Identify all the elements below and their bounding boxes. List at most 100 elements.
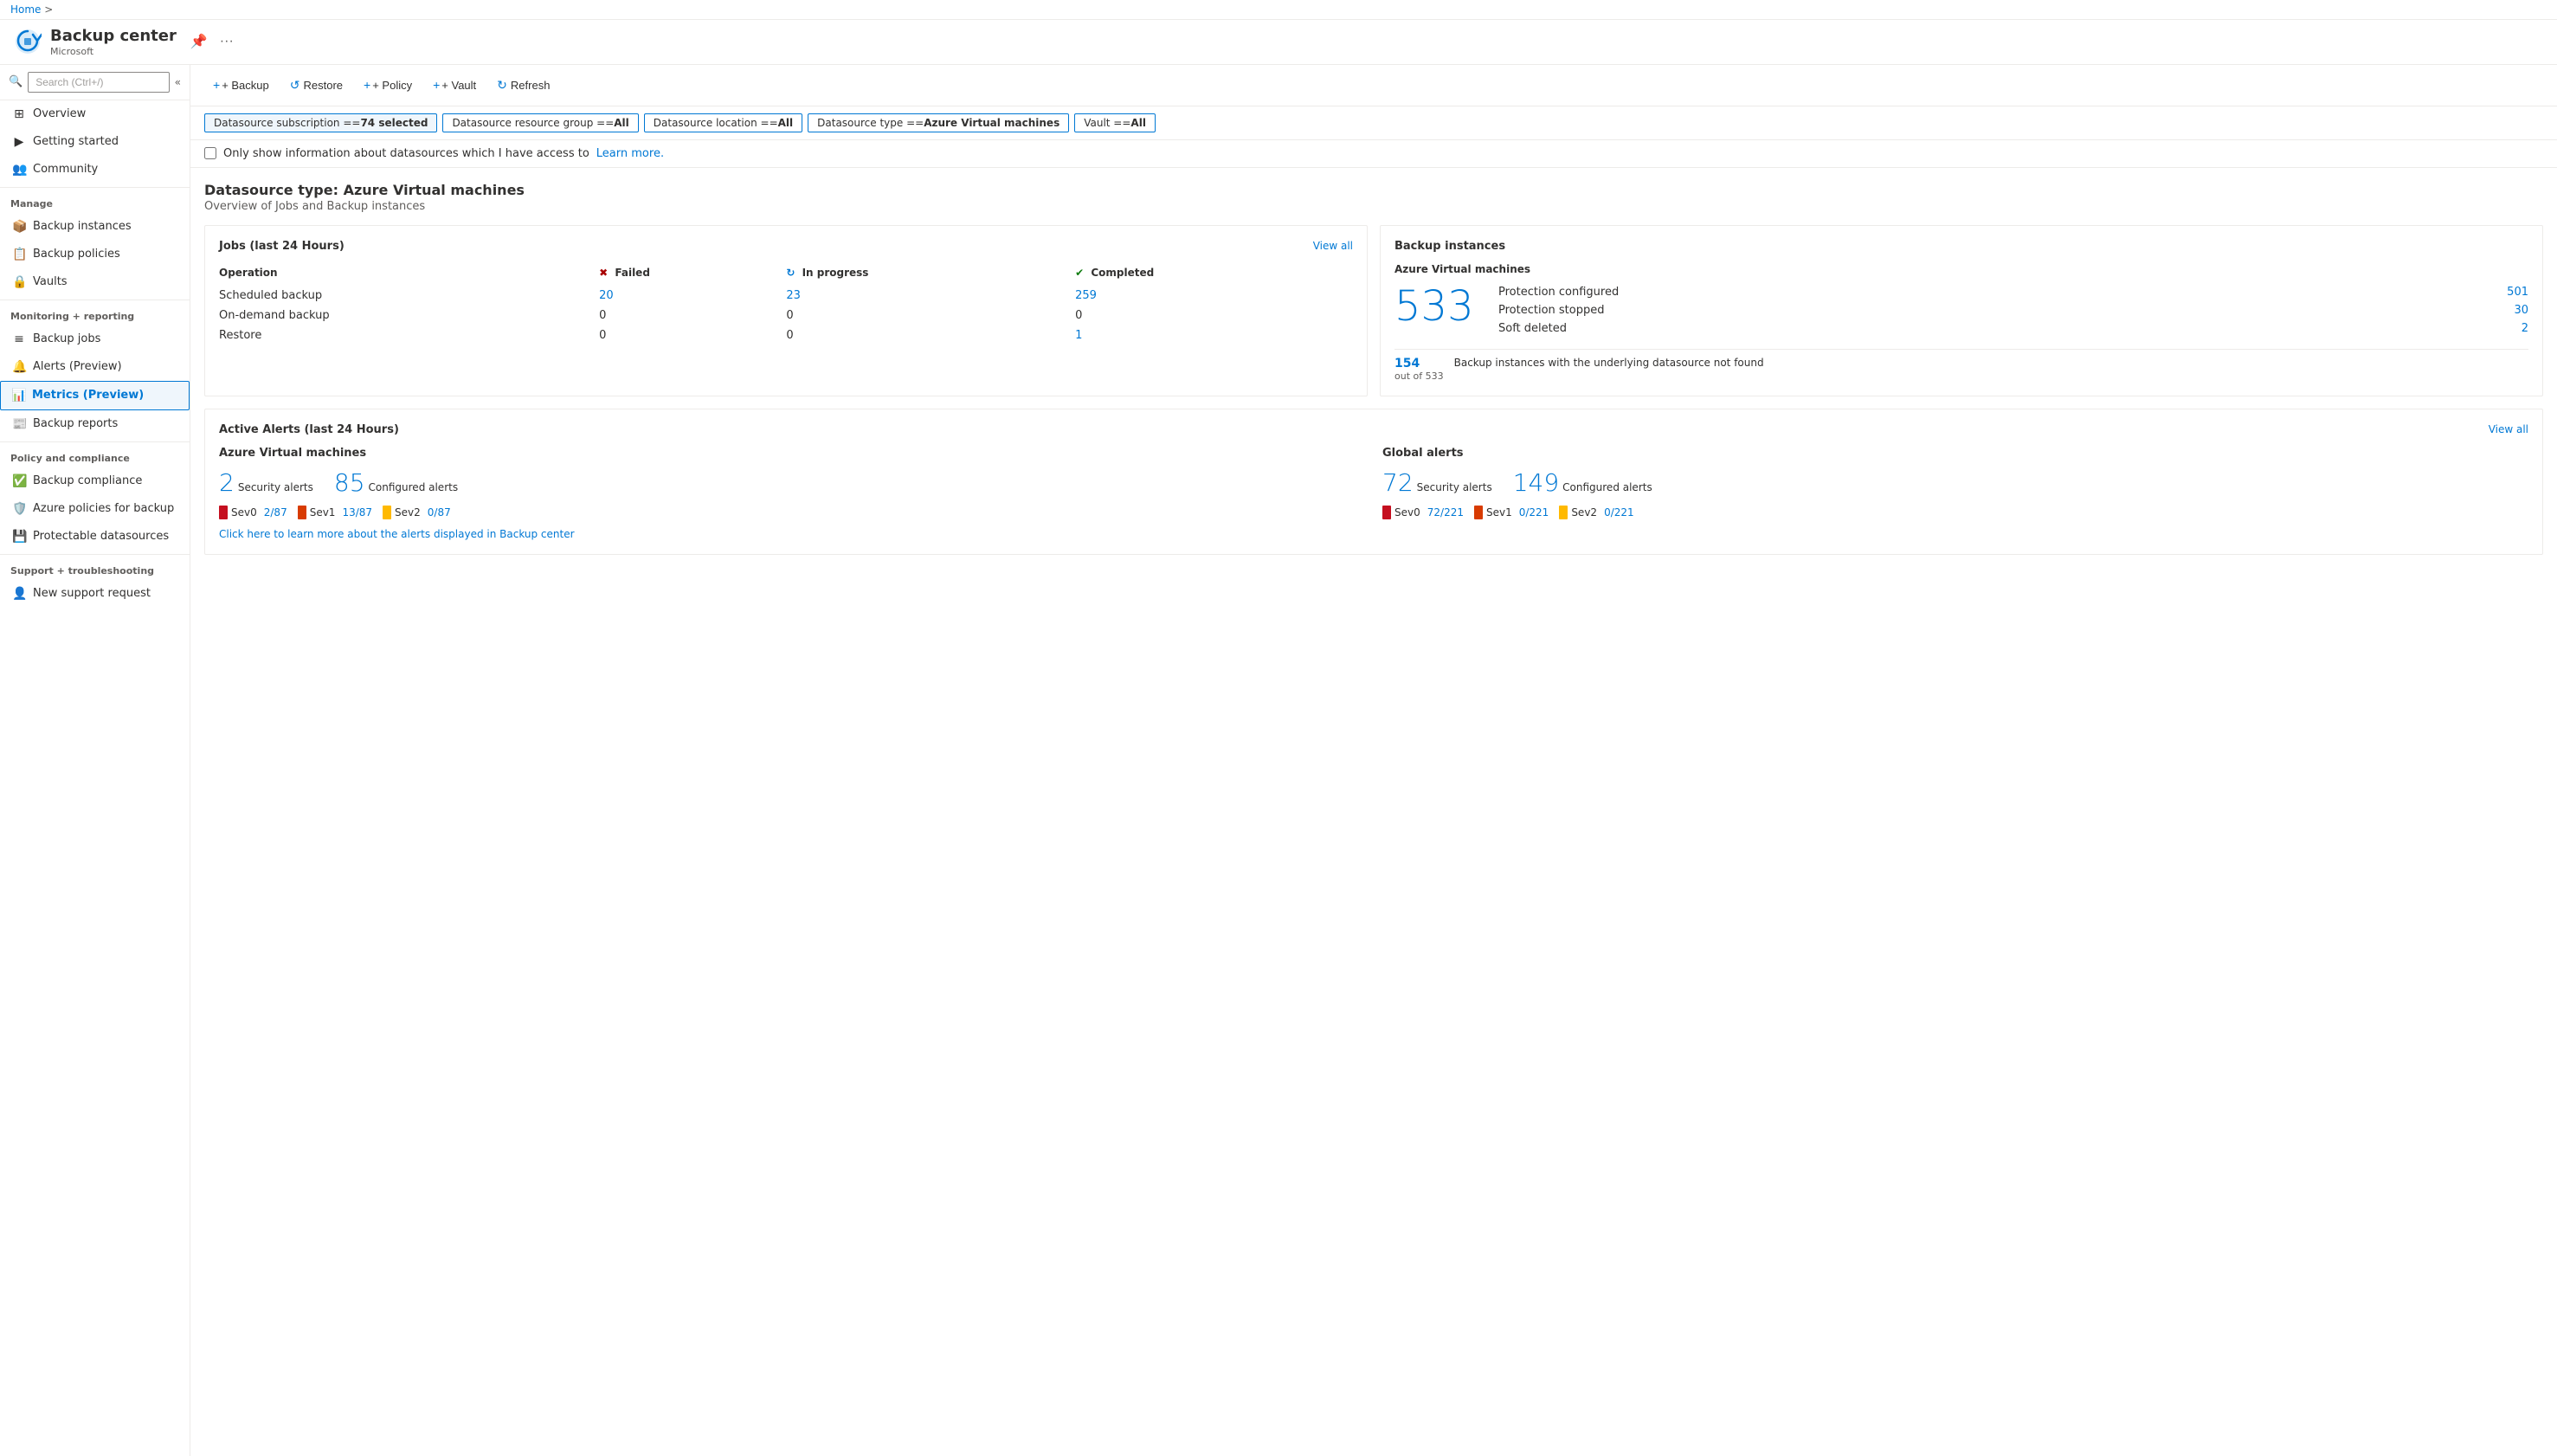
azure-sev1-label: Sev1 (310, 506, 336, 519)
azure-sev2-pill: Sev2 0/87 (383, 506, 451, 519)
sidebar-item-backup-reports[interactable]: 📰 Backup reports (0, 410, 190, 438)
protection-configured-val[interactable]: 501 (2507, 286, 2528, 299)
breadcrumb: Home > (0, 0, 2557, 20)
sidebar-item-backup-compliance[interactable]: ✅ Backup compliance (0, 467, 190, 495)
bi-card-subtitle: Azure Virtual machines (1394, 263, 2528, 275)
azure-policies-icon: 🛡️ (12, 502, 26, 516)
azure-sev2-val: 0/87 (428, 506, 451, 519)
backup-instances-card-title: Backup instances (1394, 240, 1505, 253)
sidebar-item-azure-policies[interactable]: 🛡️ Azure policies for backup (0, 495, 190, 523)
manage-section-label: Manage (0, 187, 190, 213)
jobs-view-all-link[interactable]: View all (1313, 240, 1353, 252)
azure-sev0-pill: Sev0 2/87 (219, 506, 287, 519)
global-alerts-title: Global alerts (1382, 447, 2528, 460)
refresh-icon: ↻ (497, 78, 507, 93)
filter-location[interactable]: Datasource location == All (644, 113, 802, 132)
alerts-learn-more-link[interactable]: Click here to learn more about the alert… (219, 528, 2528, 540)
policy-plus-icon: + (364, 78, 370, 92)
filter-subscription[interactable]: Datasource subscription == 74 selected (204, 113, 437, 132)
sev2-dot-yellow (383, 506, 391, 519)
azure-sev0-val: 2/87 (264, 506, 287, 519)
azure-security-label: Security alerts (238, 481, 313, 493)
global-sev2-dot (1559, 506, 1568, 519)
pin-button[interactable]: 📌 (187, 31, 211, 52)
global-sev0-pill: Sev0 72/221 (1382, 506, 1464, 519)
backup-jobs-icon: ≡ (12, 332, 26, 346)
page-subtitle: Overview of Jobs and Backup instances (204, 200, 2543, 213)
filter-vault[interactable]: Vault == All (1074, 113, 1156, 132)
protection-stopped-val[interactable]: 30 (2514, 304, 2528, 317)
global-configured-label: Configured alerts (1562, 481, 1652, 493)
sidebar-item-backup-policies[interactable]: 📋 Backup policies (0, 241, 190, 268)
vault-button[interactable]: + + Vault (424, 74, 485, 96)
scheduled-completed-link[interactable]: 259 (1075, 289, 1097, 302)
sidebar-item-label: Vaults (33, 275, 68, 288)
sidebar-item-alerts-preview[interactable]: 🔔 Alerts (Preview) (0, 353, 190, 381)
backup-reports-icon: 📰 (12, 417, 26, 431)
sidebar-item-protectable-datasources[interactable]: 💾 Protectable datasources (0, 523, 190, 551)
jobs-table: Operation ✖ Failed ↻ In progress (219, 263, 1353, 345)
azure-alerts-section: Azure Virtual machines 2 Security alerts… (219, 447, 1365, 519)
sidebar-item-getting-started[interactable]: ▶ Getting started (0, 128, 190, 156)
global-security-count: 72 (1382, 468, 1414, 497)
refresh-button[interactable]: ↻ Refresh (488, 74, 558, 97)
col-failed: ✖ Failed (599, 263, 786, 286)
cards-grid: Jobs (last 24 Hours) View all Operation … (204, 225, 2543, 396)
app-title-group: Backup center Microsoft (50, 27, 177, 57)
backup-button[interactable]: + + Backup (204, 74, 278, 96)
sidebar-item-backup-instances[interactable]: 📦 Backup instances (0, 213, 190, 241)
azure-alerts-title: Azure Virtual machines (219, 447, 1365, 460)
metrics-icon: 📊 (11, 389, 25, 403)
alerts-icon: 🔔 (12, 360, 26, 374)
more-options-button[interactable]: ··· (216, 31, 237, 52)
access-checkbox[interactable] (204, 147, 216, 159)
filter-resource-group[interactable]: Datasource resource group == All (442, 113, 638, 132)
sidebar-item-vaults[interactable]: 🔒 Vaults (0, 268, 190, 296)
scheduled-progress-link[interactable]: 23 (786, 289, 801, 302)
global-sev1-dot (1474, 506, 1483, 519)
col-operation: Operation (219, 263, 599, 286)
global-sev1-label: Sev1 (1486, 506, 1512, 519)
global-sev2-val: 0/221 (1604, 506, 1634, 519)
filters-bar: Datasource subscription == 74 selected D… (190, 106, 2557, 140)
filter-datasource-type[interactable]: Datasource type == Azure Virtual machine… (808, 113, 1069, 132)
monitoring-section-label: Monitoring + reporting (0, 300, 190, 325)
restore-button[interactable]: ↺ Restore (281, 74, 351, 97)
access-checkbox-row: Only show information about datasources … (190, 140, 2557, 168)
community-icon: 👥 (12, 163, 26, 177)
sidebar-item-community[interactable]: 👥 Community (0, 156, 190, 184)
breadcrumb-home[interactable]: Home (10, 3, 41, 16)
global-sev0-dot (1382, 506, 1391, 519)
protection-configured-label: Protection configured (1498, 286, 1619, 299)
restore-completed-link[interactable]: 1 (1075, 329, 1082, 342)
collapse-sidebar-btn[interactable]: « (175, 76, 181, 88)
bi-big-number: 533 (1394, 286, 1481, 327)
search-input[interactable] (28, 72, 169, 93)
azure-sev2-label: Sev2 (395, 506, 421, 519)
azure-configured-count: 85 (334, 468, 365, 497)
app-header: Backup center Microsoft 📌 ··· (0, 20, 2557, 65)
learn-more-link[interactable]: Learn more. (596, 147, 664, 160)
sidebar-item-label: Metrics (Preview) (32, 389, 144, 402)
protectable-datasources-icon: 💾 (12, 530, 26, 544)
scheduled-failed-link[interactable]: 20 (599, 289, 614, 302)
sidebar-item-new-support-request[interactable]: 👤 New support request (0, 580, 190, 608)
soft-deleted-val[interactable]: 2 (2522, 322, 2528, 335)
sidebar-nav-top: ⊞ Overview ▶ Getting started 👥 Community (0, 100, 190, 184)
sidebar-item-overview[interactable]: ⊞ Overview (0, 100, 190, 128)
sidebar-item-label: Alerts (Preview) (33, 360, 122, 373)
sidebar-item-label: Azure policies for backup (33, 502, 174, 515)
backup-plus-icon: + (213, 78, 220, 92)
global-security-label: Security alerts (1417, 481, 1492, 493)
azure-sev1-pill: Sev1 13/87 (298, 506, 372, 519)
policy-button[interactable]: + + Policy (355, 74, 421, 96)
alerts-view-all-link[interactable]: View all (2489, 423, 2528, 435)
sidebar-item-metrics-preview[interactable]: 📊 Metrics (Preview) (0, 381, 190, 410)
in-progress-status-icon: ↻ (786, 267, 795, 279)
global-sev2-pill: Sev2 0/221 (1559, 506, 1633, 519)
global-alerts-section: Global alerts 72 Security alerts 149 Con… (1382, 447, 2528, 519)
sidebar-item-backup-jobs[interactable]: ≡ Backup jobs (0, 325, 190, 353)
sidebar-item-label: Protectable datasources (33, 530, 169, 543)
page-title: Datasource type: Azure Virtual machines (204, 182, 2543, 198)
sidebar-item-label: Backup compliance (33, 474, 142, 487)
